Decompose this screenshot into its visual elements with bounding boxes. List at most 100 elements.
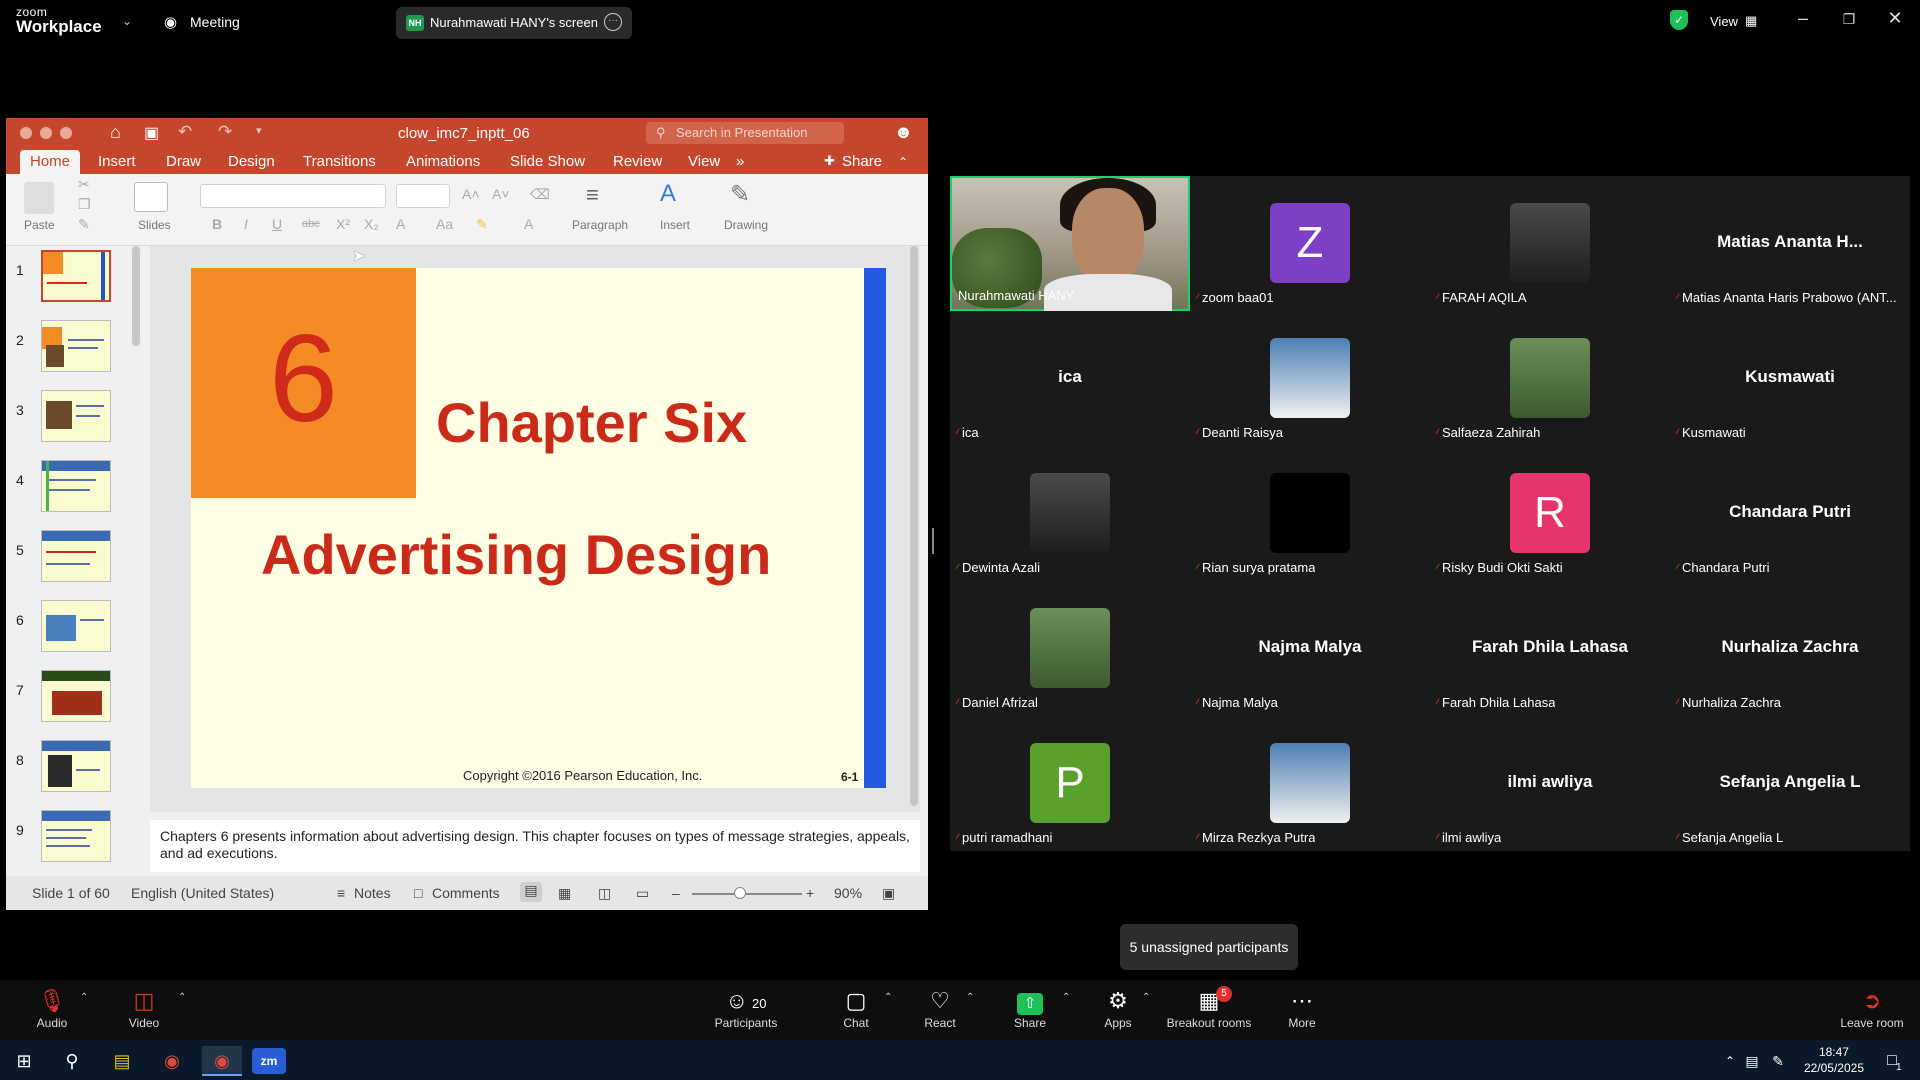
change-case-icon[interactable]: Aa <box>436 216 453 232</box>
slide-thumbnail-4[interactable] <box>41 460 111 512</box>
share-screen-button[interactable]: ⇧ Share <box>990 980 1070 1040</box>
grid-view-icon[interactable]: ▦ <box>1745 13 1757 29</box>
chat-options-icon[interactable]: ⌃ <box>884 992 892 1003</box>
speaker-notes[interactable]: Chapters 6 presents information about ad… <box>150 820 920 872</box>
close-icon[interactable]: ✕ <box>1880 8 1910 29</box>
zoom-dot-icon[interactable] <box>60 127 72 139</box>
zoom-taskbar-icon[interactable]: zm <box>252 1048 286 1074</box>
slide-thumbnail-5[interactable] <box>41 530 111 582</box>
save-icon[interactable]: ▣ <box>144 123 159 143</box>
participant-tile[interactable]: P ∕ putri ramadhani <box>950 716 1190 851</box>
audio-button[interactable]: 🎙 Audio <box>12 980 92 1040</box>
paste-icon[interactable] <box>24 182 54 214</box>
video-button[interactable]: ◫ Video <box>104 980 184 1040</box>
share-options-icon[interactable]: ⌃ <box>1062 992 1070 1003</box>
zoom-out-icon[interactable]: – <box>672 885 680 901</box>
participant-tile[interactable]: Matias Ananta H... ∕ Matias Ananta Haris P… <box>1670 176 1910 311</box>
comments-icon[interactable]: □ <box>414 885 422 901</box>
slide-thumbnail-8[interactable] <box>41 740 111 792</box>
search-icon[interactable]: ⚲ <box>52 1046 92 1076</box>
thumbnails-scrollbar[interactable] <box>132 246 140 346</box>
react-options-icon[interactable]: ⌃ <box>966 992 974 1003</box>
apps-options-icon[interactable]: ⌃ <box>1142 992 1150 1003</box>
redo-icon[interactable]: ↷ <box>218 122 232 142</box>
slide-thumbnail-2[interactable] <box>41 320 111 372</box>
language-label[interactable]: English (United States) <box>131 885 274 901</box>
current-slide[interactable]: 6 Chapter Six Advertising Design Copyrig… <box>191 268 886 788</box>
more-button[interactable]: ⋯ More <box>1262 980 1342 1040</box>
screen-share-pill[interactable]: NH Nurahmawati HANY's screen ··· <box>396 7 632 39</box>
undo-icon[interactable]: ↶ <box>178 122 192 142</box>
tab-animations[interactable]: Animations <box>406 153 480 170</box>
slide-thumbnail-6[interactable] <box>41 600 111 652</box>
notes-icon[interactable]: ≡ <box>337 885 345 901</box>
zoom-workplace-logo[interactable]: zoom Workplace <box>16 6 102 35</box>
normal-view-icon[interactable]: ▤ <box>520 882 542 902</box>
meeting-label[interactable]: Meeting <box>190 14 240 30</box>
drawing-icon[interactable]: ✎ <box>730 180 750 209</box>
user-icon[interactable]: ☻ <box>894 122 913 143</box>
notes-button[interactable]: Notes <box>354 885 391 901</box>
zoom-slider-handle[interactable] <box>734 887 746 899</box>
clear-format-icon[interactable]: ⌫ <box>530 186 550 203</box>
font-size-select[interactable] <box>396 184 450 208</box>
view-button[interactable]: View <box>1710 14 1738 29</box>
more-tabs-icon[interactable]: » <box>736 153 744 170</box>
participant-tile[interactable]: Chandara Putri ∕ Chandara Putri <box>1670 446 1910 581</box>
video-options-icon[interactable]: ⌃ <box>178 992 186 1003</box>
paragraph-icon[interactable]: ≡ <box>586 182 599 208</box>
tab-view[interactable]: View <box>688 153 720 170</box>
grow-font-icon[interactable]: A˄ <box>462 186 480 202</box>
participant-tile[interactable]: ∕ Mirza Rezkya Putra <box>1190 716 1430 851</box>
notifications-icon[interactable]: □ <box>1872 1046 1912 1076</box>
cut-icon[interactable]: ✂ <box>78 176 90 193</box>
audio-options-icon[interactable]: ⌃ <box>80 992 88 1003</box>
participant-tile[interactable]: ∕ FARAH AQILA <box>1430 176 1670 311</box>
tab-review[interactable]: Review <box>613 153 662 170</box>
zoom-slider[interactable] <box>692 893 802 895</box>
participant-tile[interactable]: ica ∕ ica <box>950 311 1190 446</box>
chrome-active-icon[interactable]: ◉ <box>202 1046 242 1076</box>
close-dot-icon[interactable] <box>20 127 32 139</box>
share-button[interactable]: Share <box>842 153 882 170</box>
slide-thumbnail-7[interactable] <box>41 670 111 722</box>
participant-tile[interactable]: Sefanja Angelia L ∕ Sefanja Angelia L <box>1670 716 1910 851</box>
leave-room-button[interactable]: ➲ Leave room <box>1832 980 1912 1040</box>
search-input[interactable]: Search in Presentation <box>646 122 844 144</box>
participant-tile[interactable]: Z ∕ zoom baa01 <box>1190 176 1430 311</box>
participant-tile[interactable]: ∕ Salfaeza Zahirah <box>1430 311 1670 446</box>
highlight-icon[interactable]: ✎ <box>476 216 488 233</box>
shrink-font-icon[interactable]: A˅ <box>492 186 510 202</box>
superscript-icon[interactable]: X² <box>336 216 350 232</box>
tab-slide-show[interactable]: Slide Show <box>510 153 585 170</box>
tab-home[interactable]: Home <box>20 150 81 176</box>
panel-divider[interactable] <box>932 528 934 554</box>
subscript-icon[interactable]: X₂ <box>364 216 379 232</box>
pen-icon[interactable]: ✎ <box>1758 1046 1798 1076</box>
chrome-icon[interactable]: ◉ <box>152 1046 192 1076</box>
home-icon[interactable]: ⌂ <box>110 122 121 143</box>
strikethrough-icon[interactable]: abc <box>302 218 320 230</box>
minimize-dot-icon[interactable] <box>40 127 52 139</box>
tab-insert[interactable]: Insert <box>98 153 136 170</box>
slideshow-view-icon[interactable]: ▭ <box>636 885 649 902</box>
font-color-icon[interactable]: A <box>524 216 533 232</box>
font-family-select[interactable] <box>200 184 386 208</box>
participant-tile[interactable]: ilmi awliya ∕ ilmi awliya <box>1430 716 1670 851</box>
share-icon[interactable]: ✚ <box>824 153 835 169</box>
customize-icon[interactable]: ▾ <box>256 124 262 137</box>
participant-tile[interactable]: ∕ Rian surya pratama <box>1190 446 1430 581</box>
system-clock[interactable]: 18:47 22/05/2025 <box>1804 1044 1864 1076</box>
fit-to-window-icon[interactable]: ▣ <box>882 885 895 902</box>
italic-icon[interactable]: I <box>244 216 248 232</box>
text-effects-icon[interactable]: A <box>396 216 405 232</box>
participant-tile[interactable]: ∕ Daniel Afrizal <box>950 581 1190 716</box>
participant-tile[interactable]: ∕ Dewinta Azali <box>950 446 1190 581</box>
participant-tile[interactable]: Kusmawati ∕ Kusmawati <box>1670 311 1910 446</box>
zoom-in-icon[interactable]: + <box>806 885 814 901</box>
slides-icon[interactable] <box>134 182 168 212</box>
participant-tile[interactable]: Farah Dhila Lahasa ∕ Farah Dhila Lahasa <box>1430 581 1670 716</box>
windows-start-icon[interactable]: ⊞ <box>4 1046 44 1076</box>
apps-button[interactable]: ⚙ Apps <box>1078 980 1158 1040</box>
reading-view-icon[interactable]: ◫ <box>598 885 611 902</box>
